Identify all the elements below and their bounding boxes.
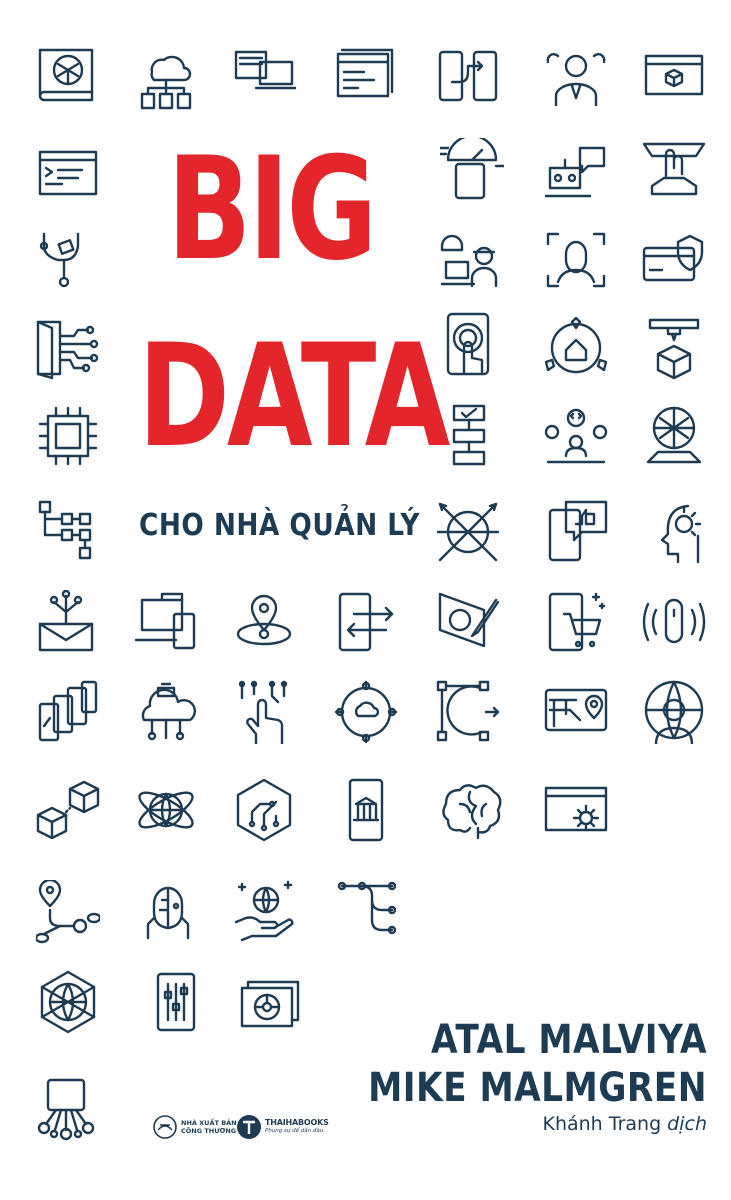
book-cover: BIG DATA CHO NHÀ QUẢN LÝ ATAL MALVIYA MI… [0,0,731,1200]
translator-credit: Khánh Trang dịch [542,1113,707,1135]
brain-icon [440,778,504,842]
book-title-line-2: DATA [138,314,450,479]
imprint-logo: THAIHABOOKS Phụng sự để dẫn đầu [236,1112,329,1142]
phone-stack-icon [36,680,100,744]
camera-cards-icon [240,970,304,1034]
3d-print-icon [642,316,706,380]
hexagon-circuit-icon [232,778,296,842]
author-name: MIKE MALMGREN [368,1065,707,1111]
team-chat-icon [544,42,608,106]
cloud-factory-icon [134,680,198,744]
phone-speed-icon [440,138,504,202]
chip-icon [36,404,100,468]
laptop-phone-icon [134,590,198,654]
worker-laptop-icon [440,228,504,292]
settings-window-icon [544,778,608,842]
door-circuit-icon [36,316,100,380]
hierarchy-icon [36,500,100,564]
terminal-icon [36,140,100,204]
developer-icon [544,404,608,468]
route-icon [36,880,100,944]
branch-icon [36,228,100,292]
devices-icon [232,42,296,106]
ai-network-icon [642,404,706,468]
satellite-icon [436,500,500,564]
network-globe-icon [36,970,100,1034]
translator-name: Khánh Trang [542,1113,662,1135]
ai-head-icon [642,500,706,564]
thaihabooks-emblem-icon [237,1115,261,1139]
vote-icon [642,136,706,200]
sensor-icon [642,590,706,654]
author-name: ATAL MALVIYA [430,1017,707,1063]
publisher-name-line-2: CÔNG THƯƠNG [181,1127,237,1135]
book-subtitle: CHO NHÀ QUẢN LÝ [139,508,420,543]
bank-phone-icon [334,778,398,842]
publisher-emblem-icon [153,1115,177,1139]
cubes-icon [36,778,100,842]
orbit-globe-icon [134,778,198,842]
mail-network-icon [36,590,100,654]
phone-swap-icon [334,590,398,654]
imprint-tagline: Phụng sự để dẫn đầu [265,1128,324,1134]
imprint-name: THAIHABOOKS [265,1118,329,1127]
face-scan-icon [544,228,608,292]
design-pen-icon [436,590,500,654]
map-screen-icon [544,680,608,744]
mixer-phone-icon [144,970,208,1034]
globe-hand-icon [232,878,296,942]
vector-icon [436,680,500,744]
hand-circuit-icon [232,680,296,744]
translator-role: dịch [667,1113,707,1135]
smart-home-icon [544,316,608,380]
flowchart-icon [440,404,504,468]
tree-nodes-icon [334,878,398,942]
location-icon [232,590,296,654]
shopping-phone-icon [544,590,608,654]
like-phone-icon [544,500,608,564]
cloud-hub-icon [334,680,398,744]
robot-chat-icon [544,138,608,202]
publisher-logo: NHÀ XUẤT BẢN CÔNG THƯƠNG [152,1112,237,1142]
brain-map-icon [36,42,100,106]
book-title-line-1: BIG [167,127,377,292]
secure-card-icon [642,228,706,292]
cloud-network-icon [134,48,198,112]
publisher-name-line-1: NHÀ XUẤT BẢN [181,1119,237,1127]
code-windows-icon [334,42,398,106]
tablet-nodes-icon [34,1078,98,1142]
cyborg-icon [134,878,198,942]
cube-window-icon [642,42,706,106]
phone-transfer-icon [436,42,500,106]
global-person-icon [642,680,706,744]
